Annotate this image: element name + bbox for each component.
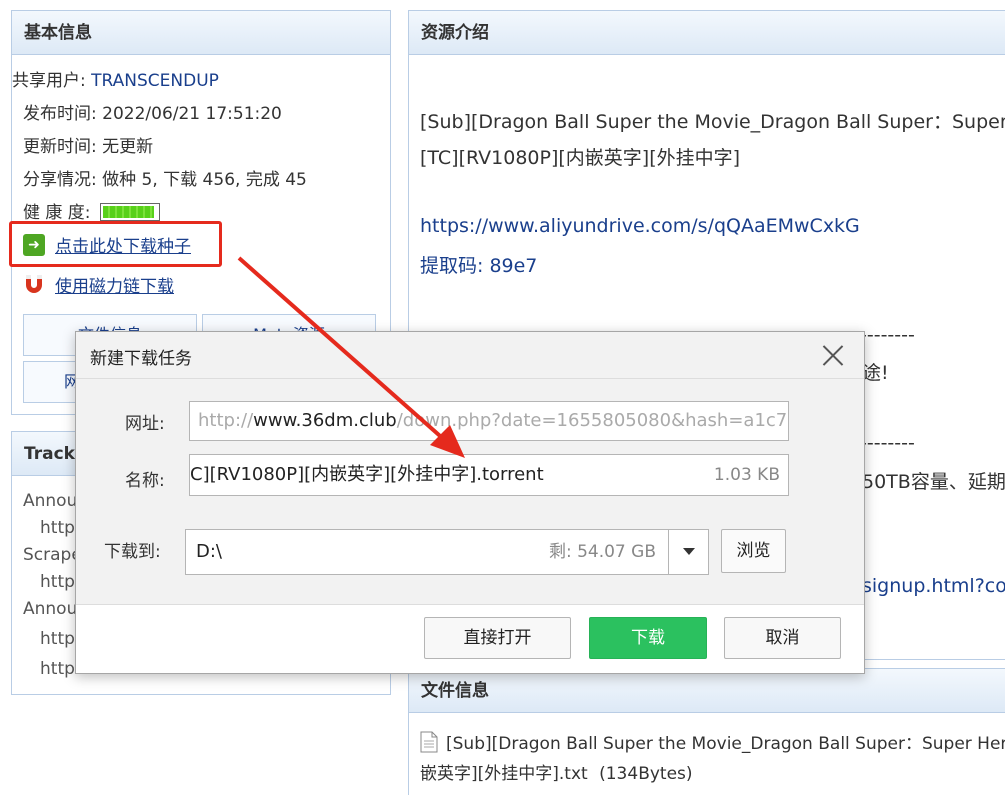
tracker-line: Annou	[23, 491, 78, 511]
free-space-readout: 剩: 54.07 GB	[548, 542, 656, 562]
save-path-field[interactable]: D:\ 剩: 54.07 GB	[185, 529, 709, 575]
intro-dashes-2: --------	[860, 432, 915, 454]
file-size-readout: 1.03 KB	[713, 465, 780, 485]
magnet-icon	[23, 273, 45, 297]
intro-line-2: [TC][RV1080P][内嵌英字][外挂中字]	[420, 147, 741, 169]
file-entry[interactable]: [Sub][Dragon Ball Super the Movie_Dragon…	[420, 729, 1005, 754]
url-field[interactable]: http://www.36dm.club/down.php?date=16558…	[189, 401, 789, 441]
publish-time: 发布时间: 2022/06/21 17:51:20	[23, 104, 282, 124]
name-label: 名称:	[125, 471, 165, 491]
highlight-box	[9, 221, 222, 267]
chevron-down-icon[interactable]	[668, 530, 708, 574]
update-time: 更新时间: 无更新	[23, 137, 154, 157]
save-to-label: 下载到:	[104, 542, 161, 562]
browse-button[interactable]: 浏览	[721, 529, 786, 573]
file-size: (134Bytes)	[599, 764, 693, 784]
magnet-download-link[interactable]: 使用磁力链下载	[55, 272, 174, 297]
name-field[interactable]: C][RV1080P][内嵌英字][外挂中字].torrent 1.03 KB	[189, 454, 789, 496]
share-status: 分享情况: 做种 5, 下载 456, 完成 45	[23, 170, 307, 190]
health-bar-fill	[102, 206, 155, 218]
new-download-dialog: 新建下载任务 网址: http://www.36dm.club/down.php…	[75, 331, 865, 674]
url-label: 网址:	[125, 414, 165, 434]
resource-intro-header: 资源介绍	[409, 11, 1005, 55]
signup-link[interactable]: signup.html?co	[862, 575, 1005, 597]
download-button[interactable]: 下载	[589, 617, 707, 659]
tracker-line: Scrape	[23, 545, 82, 565]
name-value: C][RV1080P][内嵌英字][外挂中字].torrent	[190, 464, 544, 485]
close-icon[interactable]	[822, 344, 844, 366]
cancel-button[interactable]: 取消	[724, 617, 841, 659]
open-direct-button[interactable]: 直接打开	[424, 617, 571, 659]
intro-fragment-2: 50TB容量、延期	[862, 471, 1005, 493]
dialog-title: 新建下载任务	[90, 349, 192, 369]
intro-dashes-1: --------	[860, 324, 915, 346]
extract-code: 提取码: 89e7	[420, 255, 538, 277]
magnet-download-row[interactable]: 使用磁力链下载	[23, 272, 174, 297]
intro-fragment-1: 途!	[862, 362, 889, 384]
file-name-line-1: [Sub][Dragon Ball Super the Movie_Dragon…	[446, 734, 1005, 754]
health-line: 健 康 度:	[23, 198, 160, 223]
url-prefix: http://	[198, 410, 254, 431]
dialog-body: 网址: http://www.36dm.club/down.php?date=1…	[76, 379, 864, 605]
url-host: www.36dm.club	[253, 410, 397, 431]
tracker-line: Annou	[23, 599, 78, 619]
share-user-value: TRANSCENDUP	[91, 71, 219, 91]
share-user-line: 共享用户: TRANSCENDUP	[12, 71, 219, 91]
save-path-value: D:\	[196, 541, 222, 562]
intro-line-1: [Sub][Dragon Ball Super the Movie_Dragon…	[420, 111, 1005, 133]
file-name-line-2-row: 嵌英字][外挂中字].txt (134Bytes)	[420, 759, 693, 784]
file-icon	[420, 731, 438, 752]
aliyun-link[interactable]: https://www.aliyundrive.com/s/qQAaEMwCxk…	[420, 215, 860, 237]
dialog-titlebar: 新建下载任务	[76, 332, 864, 379]
health-bar	[99, 203, 160, 221]
file-info-header: 文件信息	[409, 669, 1005, 713]
basic-info-header: 基本信息	[12, 11, 390, 55]
url-rest: /down.php?date=1655805080&hash=a1c73bd	[396, 410, 789, 431]
file-name-line-2: 嵌英字][外挂中字].txt	[420, 764, 588, 784]
